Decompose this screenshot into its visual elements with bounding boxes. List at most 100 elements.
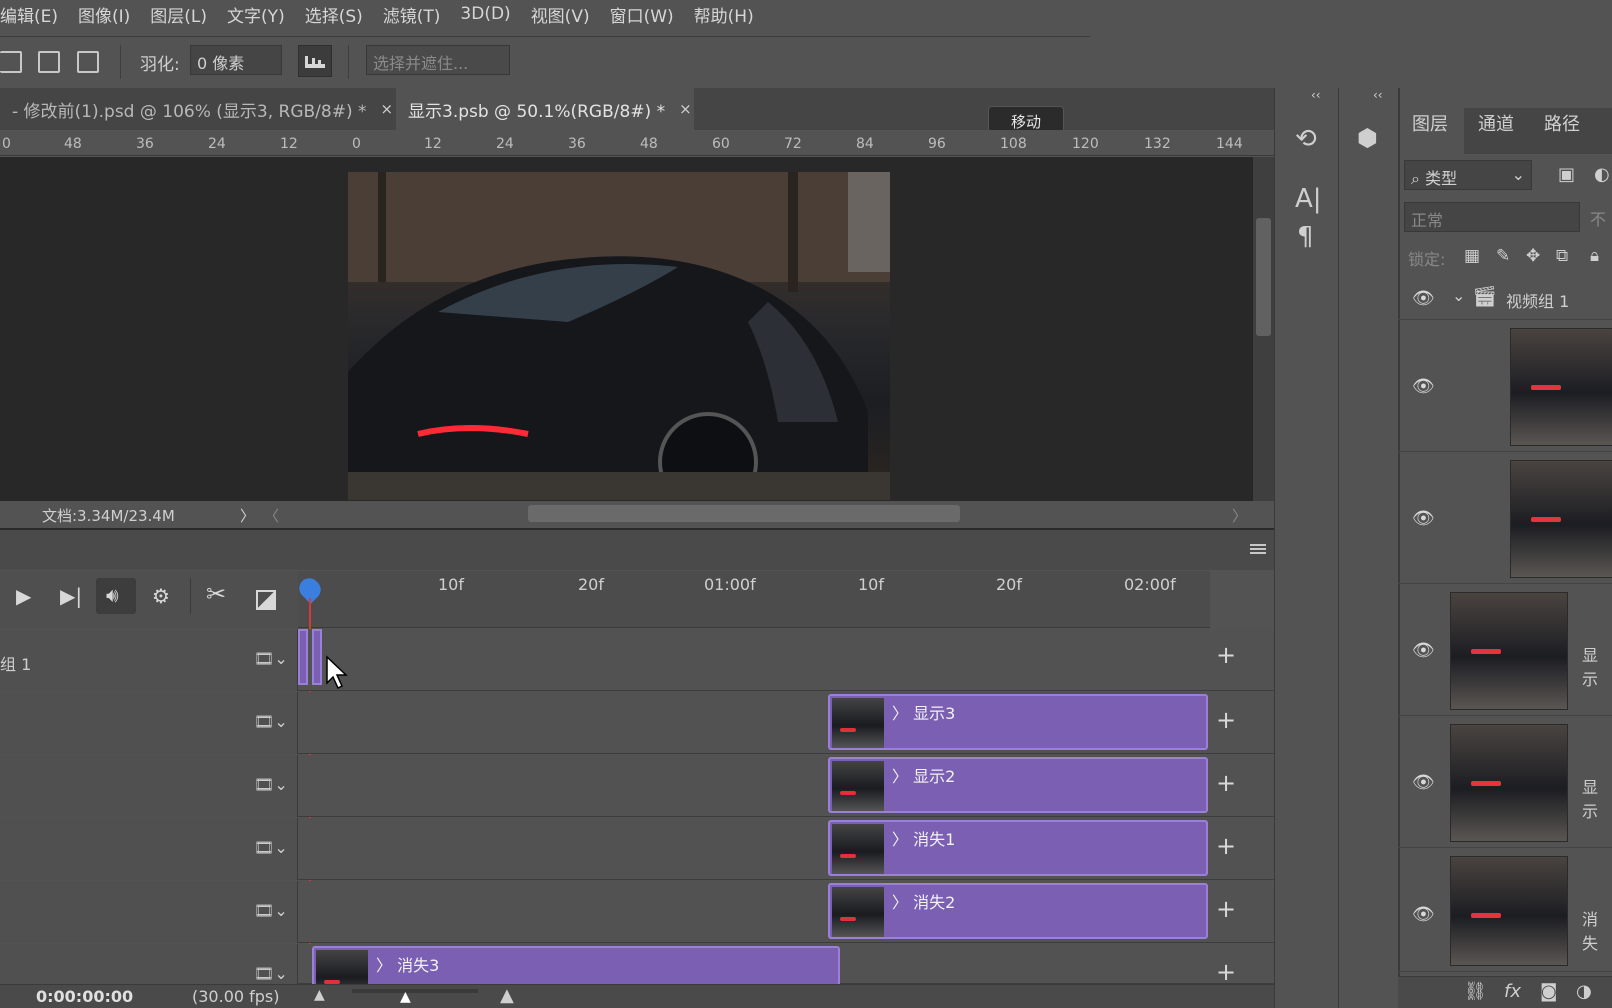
lock-paint-icon[interactable]: ✎ bbox=[1496, 246, 1510, 266]
film-icon[interactable]: 🎞︎⌄ bbox=[254, 649, 288, 668]
eye-icon[interactable]: 👁︎ bbox=[1412, 904, 1435, 925]
tab-document-2[interactable]: 显示3.psb @ 50.1%(RGB/8#) * × bbox=[396, 88, 694, 130]
film-icon[interactable]: 🎞︎⌄ bbox=[254, 712, 288, 731]
tab-document-1[interactable]: - 修改前(1).psd @ 106% (显示3, RGB/8#) * × bbox=[0, 88, 394, 130]
3d-icon[interactable]: ⬢ bbox=[1357, 124, 1378, 152]
collapse-icon[interactable]: ‹‹ bbox=[1373, 88, 1383, 102]
menu-3d[interactable]: 3D(D) bbox=[450, 4, 520, 24]
lock-all-icon[interactable]: 🔒︎ bbox=[1590, 246, 1599, 266]
status-menu-arrow[interactable]: 〉 bbox=[240, 505, 255, 526]
menu-select[interactable]: 选择(S) bbox=[295, 2, 373, 27]
add-media-button[interactable]: + bbox=[1216, 769, 1236, 797]
intersect-selection-icon[interactable] bbox=[38, 51, 60, 73]
layer-row[interactable]: 👁︎ 显示 bbox=[1398, 584, 1612, 716]
menu-type[interactable]: 文字(Y) bbox=[217, 2, 295, 27]
subtract-selection-icon[interactable] bbox=[0, 51, 22, 73]
select-and-mask-button[interactable]: 选择并遮住... bbox=[366, 45, 510, 75]
clip[interactable]: 〉 显示2 bbox=[828, 757, 1208, 813]
chevron-right-icon[interactable]: 〉 bbox=[892, 893, 908, 912]
horizontal-scrollbar-thumb[interactable] bbox=[528, 505, 960, 522]
adjustment-filter-icon[interactable]: ◐ bbox=[1594, 164, 1610, 185]
layer-filter-select[interactable]: ⌕ 类型 ⌄ bbox=[1404, 160, 1532, 190]
menu-image[interactable]: 图像(I) bbox=[68, 2, 140, 27]
zoom-slider-thumb[interactable]: ▲ bbox=[400, 989, 411, 1005]
scissors-icon[interactable]: ✂ bbox=[206, 580, 226, 608]
zoom-out-icon[interactable]: ▲ bbox=[314, 987, 325, 1003]
eye-icon[interactable]: 👁︎ bbox=[1412, 508, 1435, 529]
layer-group-row[interactable]: 👁︎ ⌄ 🎬︎ 视频组 1 bbox=[1398, 276, 1612, 320]
mask-icon[interactable]: ◙ bbox=[1540, 981, 1557, 1002]
clip[interactable] bbox=[298, 629, 308, 685]
menu-filter[interactable]: 滤镜(T) bbox=[373, 2, 451, 27]
clip[interactable]: 〉 显示3 bbox=[828, 694, 1208, 750]
film-icon[interactable]: 🎞︎⌄ bbox=[254, 964, 288, 983]
eye-icon[interactable]: 👁︎ bbox=[1412, 288, 1435, 309]
scroll-left-arrow[interactable]: 〈 bbox=[264, 505, 279, 526]
menu-window[interactable]: 窗口(W) bbox=[600, 2, 684, 27]
eye-icon[interactable]: 👁︎ bbox=[1412, 640, 1435, 661]
clip[interactable]: 〉 消失2 bbox=[828, 883, 1208, 939]
tab-paths-label[interactable]: 路径 bbox=[1544, 110, 1580, 136]
film-icon[interactable]: 🎞︎⌄ bbox=[254, 901, 288, 920]
blend-mode-select[interactable]: 正常 bbox=[1404, 202, 1580, 232]
chevron-right-icon[interactable]: 〉 bbox=[892, 767, 908, 786]
add-media-button[interactable]: + bbox=[1216, 832, 1236, 860]
menu-edit[interactable]: 编辑(E) bbox=[0, 2, 68, 27]
tab-channels-label[interactable]: 通道 bbox=[1478, 110, 1514, 136]
menu-help[interactable]: 帮助(H) bbox=[684, 2, 764, 27]
chevron-down-icon[interactable]: ⌄ bbox=[1452, 286, 1465, 305]
add-media-button[interactable]: + bbox=[1216, 958, 1236, 986]
panel-menu-icon[interactable] bbox=[1250, 544, 1266, 546]
eye-icon[interactable]: 👁︎ bbox=[1412, 376, 1435, 397]
zoom-slider[interactable] bbox=[352, 989, 478, 993]
audio-icon: 🔊︎ bbox=[106, 583, 119, 607]
film-icon[interactable]: 🎞︎⌄ bbox=[254, 838, 288, 857]
gear-icon[interactable]: ⚙ bbox=[152, 584, 170, 608]
close-icon[interactable]: × bbox=[381, 100, 394, 118]
adjustment-icon[interactable]: ◑ bbox=[1576, 981, 1592, 1002]
antialias-toggle-icon[interactable] bbox=[298, 45, 332, 77]
scroll-right-arrow[interactable]: 〉 bbox=[1232, 505, 1247, 526]
menu-layer[interactable]: 图层(L) bbox=[140, 2, 217, 27]
close-icon[interactable]: × bbox=[679, 100, 692, 118]
clip[interactable]: 〉 消失1 bbox=[828, 820, 1208, 876]
exclude-selection-icon[interactable] bbox=[77, 51, 99, 73]
clip[interactable]: 〉 消失3 bbox=[312, 946, 840, 986]
tab-layers-label[interactable]: 图层 bbox=[1412, 110, 1448, 136]
character-icon[interactable]: A| bbox=[1295, 184, 1322, 214]
add-media-button[interactable]: + bbox=[1216, 706, 1236, 734]
layer-row[interactable]: 👁︎ 显示 bbox=[1398, 716, 1612, 848]
fx-icon[interactable]: fx bbox=[1504, 981, 1521, 1002]
paragraph-icon[interactable]: ¶ bbox=[1297, 222, 1314, 252]
timecode[interactable]: 0:00:00:00 bbox=[36, 987, 133, 1006]
step-forward-icon[interactable]: ▶| bbox=[60, 584, 82, 608]
link-icon[interactable]: ⛓︎ bbox=[1464, 981, 1487, 1002]
lock-position-icon[interactable]: ✥ bbox=[1526, 246, 1540, 266]
lock-artboard-icon[interactable]: ⧉ bbox=[1556, 246, 1568, 266]
add-media-button[interactable]: + bbox=[1216, 895, 1236, 923]
ruler-label: 108 bbox=[1000, 136, 1027, 152]
menu-view[interactable]: 视图(V) bbox=[521, 2, 600, 27]
eye-icon[interactable]: 👁︎ bbox=[1412, 772, 1435, 793]
track-label: 🎞︎⌄ bbox=[0, 755, 298, 817]
add-media-button[interactable]: + bbox=[1216, 641, 1236, 669]
chevron-right-icon[interactable]: 〉 bbox=[892, 704, 908, 723]
layer-row[interactable]: 👁︎ bbox=[1398, 452, 1612, 584]
audio-toggle-button[interactable]: 🔊︎ bbox=[96, 578, 136, 614]
clip[interactable] bbox=[312, 629, 322, 685]
film-icon[interactable]: 🎞︎⌄ bbox=[254, 775, 288, 794]
play-icon[interactable]: ▶ bbox=[16, 584, 31, 608]
chevron-right-icon[interactable]: 〉 bbox=[376, 956, 392, 975]
collapse-icon[interactable]: ‹‹ bbox=[1311, 88, 1321, 102]
layer-row[interactable]: 👁︎ bbox=[1398, 320, 1612, 452]
lock-transparency-icon[interactable]: ▦ bbox=[1464, 246, 1480, 266]
history-icon[interactable]: ⟲ bbox=[1295, 124, 1317, 154]
layer-row[interactable]: 👁︎ 消失 bbox=[1398, 848, 1612, 972]
transition-icon[interactable] bbox=[256, 590, 276, 610]
chevron-right-icon[interactable]: 〉 bbox=[892, 830, 908, 849]
feather-input[interactable]: 0 像素 bbox=[190, 45, 282, 75]
scrollbar-thumb[interactable] bbox=[1256, 218, 1271, 336]
image-filter-icon[interactable]: ▣ bbox=[1558, 164, 1575, 185]
ruler-label: 0 bbox=[352, 136, 361, 152]
zoom-in-icon[interactable]: ▲ bbox=[500, 985, 514, 1006]
